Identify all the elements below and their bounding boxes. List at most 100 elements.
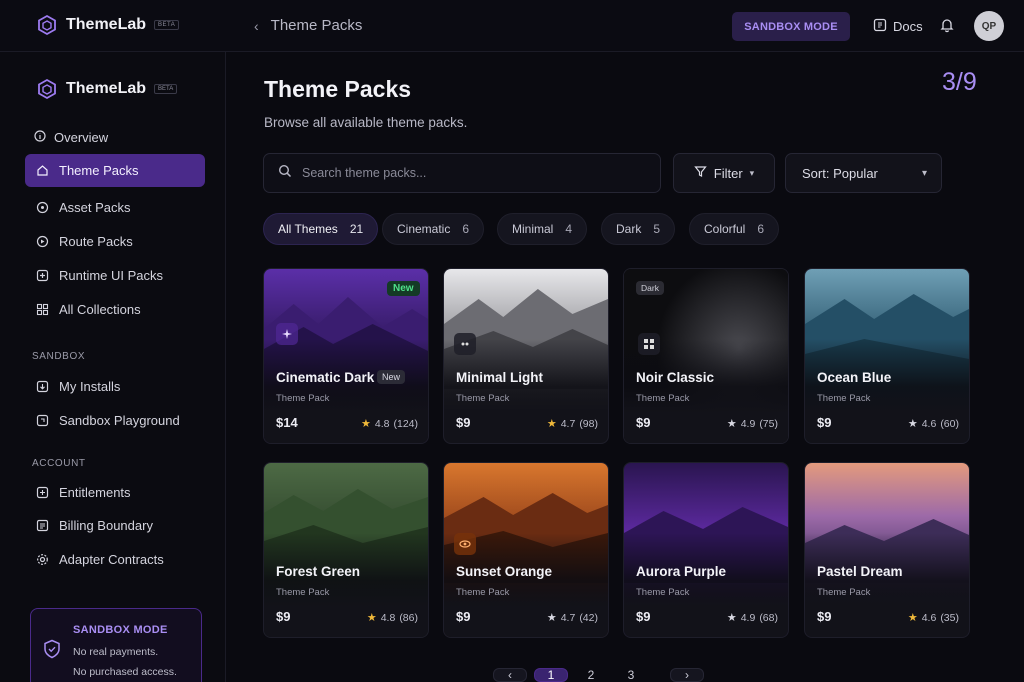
sidebar-item-theme-packs[interactable]: Theme Packs xyxy=(25,154,205,187)
card-price: $14 xyxy=(276,415,298,430)
theme-card-sunset-orange[interactable]: Sunset Orange Theme Pack $9 ★ 4.7 (42) xyxy=(443,462,609,638)
sidebar-item-my-installs[interactable]: My Installs xyxy=(25,370,205,403)
sidebar-item-adapter-contracts[interactable]: Adapter Contracts xyxy=(25,543,205,576)
theme-card-pastel-dream[interactable]: Pastel Dream Theme Pack $9 ★ 4.6 (35) xyxy=(804,462,970,638)
grid-small-icon xyxy=(638,333,660,355)
card-type: Theme Pack xyxy=(456,393,510,404)
sidebar-item-billing-boundary[interactable]: Billing Boundary xyxy=(25,509,205,542)
pagination-page-1[interactable]: 1 xyxy=(534,668,568,682)
app-brand[interactable]: ThemeLab BETA xyxy=(36,14,180,36)
rating-value: 4.9 xyxy=(740,417,756,430)
card-name: Noir Classic xyxy=(636,370,715,385)
rating-value: 4.6 xyxy=(921,611,937,624)
chip-cinematic[interactable]: Cinematic 6 xyxy=(382,213,485,245)
gear-icon xyxy=(35,553,49,567)
route-icon xyxy=(35,235,49,249)
card-type: Theme Pack xyxy=(456,587,510,598)
chip-count: 4 xyxy=(565,222,573,236)
sidebar-item-runtime-ui-packs[interactable]: Runtime UI Packs xyxy=(25,259,205,292)
card-name: Aurora Purple xyxy=(636,564,727,579)
card-type: Theme Pack xyxy=(276,587,330,598)
chevron-down-icon: ▾ xyxy=(921,167,927,179)
page-counter: 3/9 xyxy=(942,68,977,96)
chip-label: Colorful xyxy=(704,222,746,236)
pagination-page-3[interactable]: 3 xyxy=(614,668,648,682)
sidebar-item-sandbox-playground[interactable]: Sandbox Playground xyxy=(25,404,205,437)
filter-button[interactable]: Filter ▾ xyxy=(673,153,775,193)
pagination-prev-button[interactable]: ‹ xyxy=(493,668,527,682)
rating-value: 4.7 xyxy=(560,611,576,624)
cube-logo-icon xyxy=(36,14,58,36)
card-rating: ★ 4.7 (98) xyxy=(546,417,598,431)
sidebar-item-all-collections[interactable]: All Collections xyxy=(25,293,205,326)
rating-value: 4.6 xyxy=(921,417,937,430)
sandbox-card-line: No real payments. xyxy=(73,646,159,658)
card-type: Theme Pack xyxy=(276,393,330,404)
card-type: Theme Pack xyxy=(817,393,871,404)
theme-card-ocean-blue[interactable]: Ocean Blue Theme Pack $9 ★ 4.6 (60) xyxy=(804,268,970,444)
sidebar-brand[interactable]: ThemeLab BETA xyxy=(36,78,178,100)
star-icon: ★ xyxy=(726,418,737,430)
docs-icon xyxy=(873,18,887,35)
sidebar-item-entitlements[interactable]: Entitlements xyxy=(25,476,205,509)
card-price: $9 xyxy=(636,415,651,430)
rating-count: (68) xyxy=(759,611,778,624)
card-rating: ★ 4.9 (75) xyxy=(726,417,778,431)
chip-count: 6 xyxy=(462,222,470,236)
card-price: $9 xyxy=(636,609,651,624)
avatar[interactable]: QP xyxy=(974,11,1004,41)
star-icon: ★ xyxy=(366,612,377,624)
chip-label: Cinematic xyxy=(397,222,451,236)
card-rating: ★ 4.9 (68) xyxy=(727,611,778,625)
card-name: Minimal Light xyxy=(456,370,543,385)
chevron-down-icon: ▾ xyxy=(749,167,755,178)
rating-count: (124) xyxy=(393,417,418,430)
theme-card-aurora-purple[interactable]: Aurora Purple Theme Pack $9 ★ 4.9 (68) xyxy=(623,462,789,638)
docs-link[interactable]: Docs xyxy=(873,18,923,35)
star-icon: ★ xyxy=(546,418,557,430)
chip-count: 6 xyxy=(757,222,765,236)
card-price: $9 xyxy=(817,609,832,624)
new-inline-badge: New xyxy=(377,370,406,384)
breadcrumb: ‹ Theme Packs xyxy=(254,17,362,34)
sandbox-card-line: No purchased access. xyxy=(73,666,177,678)
sidebar-item-label: Runtime UI Packs xyxy=(59,268,164,283)
breadcrumb-current: Theme Packs xyxy=(270,17,363,34)
theme-card-forest-green[interactable]: Forest Green Theme Pack $9 ★ 4.8 (86) xyxy=(263,462,429,638)
card-name: Pastel Dream xyxy=(817,564,903,579)
sidebar-item-overview[interactable]: Overview xyxy=(34,130,108,145)
theme-card-minimal-light[interactable]: Minimal Light Theme Pack $9 ★ 4.7 (98) xyxy=(443,268,609,444)
document-icon xyxy=(35,519,49,533)
cube-logo-icon xyxy=(36,78,58,100)
bell-icon[interactable] xyxy=(939,17,955,33)
search-input[interactable] xyxy=(302,166,632,180)
sort-select[interactable]: Sort: Popular ▾ xyxy=(785,153,942,193)
chip-dark[interactable]: Dark 5 xyxy=(601,213,676,245)
card-type: Theme Pack xyxy=(636,393,690,404)
sidebar-app-name: ThemeLab xyxy=(66,80,147,97)
theme-card-cinematic-dark[interactable]: New Cinematic Dark New Theme Pack $14 ★ 4… xyxy=(263,268,429,444)
chip-label: Dark xyxy=(616,222,642,236)
pagination-page-2[interactable]: 2 xyxy=(574,668,608,682)
sidebar-item-route-packs[interactable]: Route Packs xyxy=(25,225,205,258)
home-icon xyxy=(35,164,49,178)
rating-value: 4.7 xyxy=(560,417,576,430)
chip-colorful[interactable]: Colorful 6 xyxy=(689,213,780,245)
search-box[interactable] xyxy=(263,153,661,193)
page-subtitle: Browse all available theme packs. xyxy=(264,115,468,130)
sidebar-item-label: My Installs xyxy=(59,379,121,394)
sidebar-item-asset-packs[interactable]: Asset Packs xyxy=(25,191,205,224)
chevron-left-icon[interactable]: ‹ xyxy=(254,18,259,34)
chip-minimal[interactable]: Minimal 4 xyxy=(497,213,588,245)
chip-count: 5 xyxy=(653,222,661,236)
sidebar-item-label: Billing Boundary xyxy=(59,518,153,533)
chip-all-themes[interactable]: All Themes 21 xyxy=(263,213,379,245)
chip-count: 21 xyxy=(349,222,364,236)
card-rating: ★ 4.8 (86) xyxy=(366,611,418,625)
pagination-next-button[interactable]: › xyxy=(670,668,704,682)
sort-label: Sort: Popular xyxy=(802,165,878,181)
plus-square-icon xyxy=(35,269,49,283)
rating-value: 4.9 xyxy=(740,611,756,624)
plus-box-icon xyxy=(35,486,49,500)
theme-card-noir-classic[interactable]: Dark Noir Classic Theme Pack $9 ★ 4.9 (75) xyxy=(623,268,789,444)
